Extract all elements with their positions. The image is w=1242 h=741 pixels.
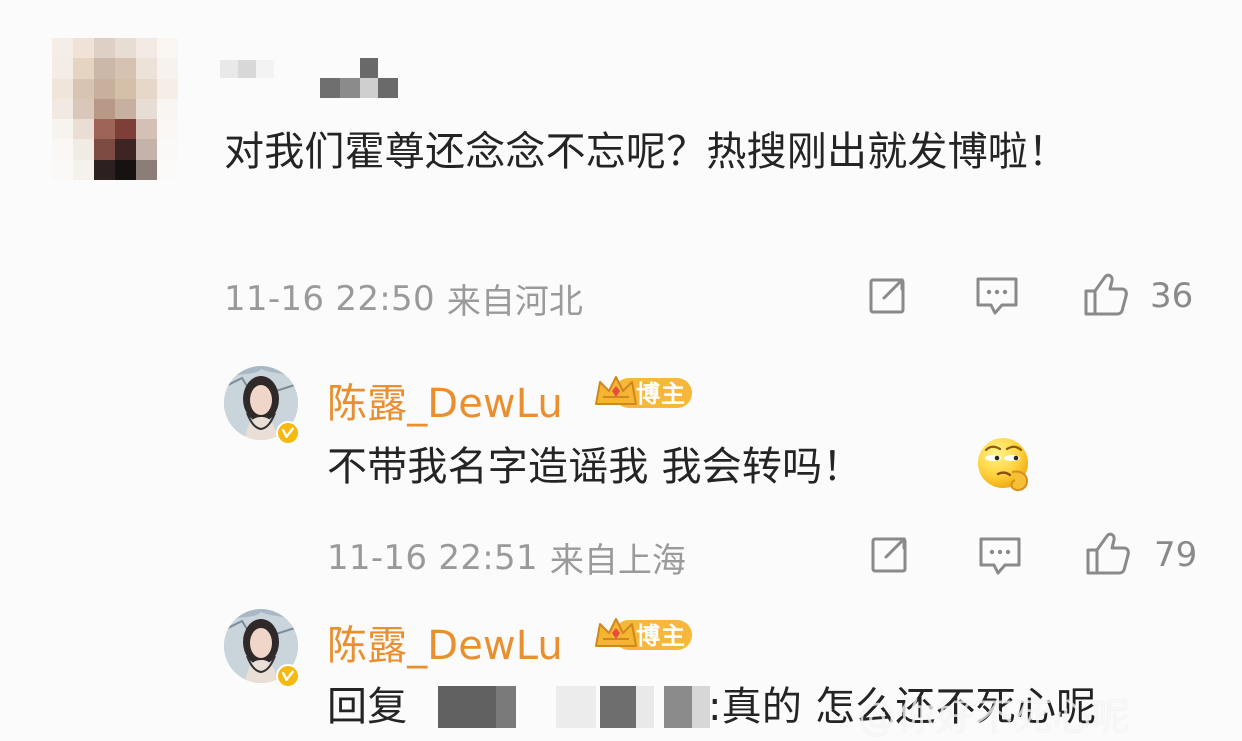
watermark: @你好不死心呢: [858, 695, 1132, 739]
main-like-count: 36: [1150, 276, 1194, 316]
reply-like-count: 79: [1154, 535, 1198, 575]
reply-share-button[interactable]: [868, 531, 914, 577]
blogger-badge-label: 博主: [636, 380, 686, 408]
blogger-badge-label: 博主: [636, 622, 686, 650]
blogger-badge: 博主: [592, 615, 696, 653]
comment-icon: [979, 537, 1021, 575]
main-comment-time: 11-16 22:50: [224, 278, 435, 319]
masked-reply-target[interactable]: [438, 686, 728, 728]
reply-username[interactable]: 陈露_DewLu: [327, 613, 563, 671]
reply-meta: 11-16 22:51 来自上海: [327, 533, 686, 582]
like-icon: [1084, 273, 1128, 316]
reply-prefix: 回复: [327, 684, 408, 730]
main-comment-button[interactable]: [973, 274, 1021, 318]
main-comment-avatar[interactable]: [52, 38, 178, 180]
share-icon: [869, 278, 905, 314]
reply-time: 11-16 22:51: [327, 537, 538, 578]
comment-icon: [976, 277, 1018, 315]
like-icon: [1086, 532, 1130, 575]
main-comment-text: 对我们霍尊还念念不忘呢？热搜刚出就发博啦！: [224, 129, 1069, 175]
main-comment-meta: 11-16 22:50 来自河北: [224, 274, 583, 323]
verified-icon: [276, 421, 300, 445]
main-share-button[interactable]: [866, 272, 912, 318]
blogger-badge: 博主: [592, 373, 696, 411]
main-like-button[interactable]: [1079, 270, 1131, 320]
main-comment-location: 来自河北: [446, 282, 583, 322]
reply-location: 来自上海: [549, 541, 686, 581]
reply-text: 不带我名字造谣我 我会转吗！: [327, 444, 863, 490]
share-icon: [871, 537, 907, 573]
reply-like-button[interactable]: [1081, 529, 1133, 579]
crown-icon: [595, 618, 637, 647]
crown-icon: [595, 376, 637, 405]
reply-comment-button[interactable]: [976, 534, 1024, 578]
verified-icon: [276, 664, 300, 688]
masked-username[interactable]: [220, 58, 400, 103]
reply-username[interactable]: 陈露_DewLu: [327, 371, 563, 429]
thinking-face-icon: [978, 438, 1029, 491]
